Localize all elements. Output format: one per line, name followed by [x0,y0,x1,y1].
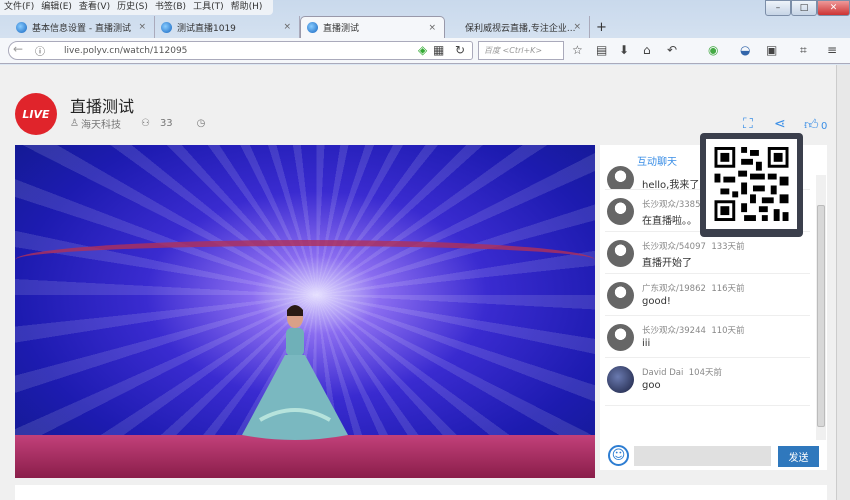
chat-input[interactable] [634,446,771,466]
page-bottom-section [15,485,827,500]
home-icon[interactable]: ⌂ [643,43,651,57]
like-icon[interactable]: 👍︎ [804,116,819,133]
emoji-icon[interactable]: ☺ [608,445,629,466]
info-icon[interactable]: ⓘ [35,43,45,58]
close-tab-icon[interactable]: × [283,22,291,32]
avatar [607,166,634,189]
chat-message: 长沙观众/54097 133天前 直播开始了 [605,232,810,274]
close-window-button[interactable]: ✕ [817,0,850,16]
menu-bar: 文件(F) 编辑(E) 查看(V) 历史(S) 书签(B) 工具(T) 帮助(H… [0,0,274,15]
download-icon[interactable]: ⬇ [619,43,629,57]
menu-file[interactable]: 文件(F) [4,0,34,15]
video-stage [15,435,595,478]
tab-strip: 基本信息设置 - 直播测试 × 测试直播1019 × 直播测试 × 保利威视云直播,专… [10,16,610,38]
url-bar[interactable]: live.polyv.cn/watch/112095 [8,41,473,60]
user-icon: ♙ [70,118,79,129]
page-title: 直播测试 [70,97,135,116]
star-icon[interactable]: ☆ [572,43,583,57]
menu-view[interactable]: 查看(V) [79,0,110,15]
tab-test-live[interactable]: 测试直播1019 × [155,16,300,38]
like-count: 0 [821,121,828,132]
avatar [607,282,634,309]
menu-edit[interactable]: 编辑(E) [41,0,72,15]
new-tab-button[interactable]: + [590,16,610,38]
tab-polyv[interactable]: 保利威视云直播,专注企业... × [445,16,590,38]
video-player[interactable] [15,145,595,478]
reload-icon[interactable]: ↻ [455,43,465,57]
crop-icon[interactable]: ⌗ [800,43,807,58]
channel-meta: ♙ 海天科技 ⚇ 33 ◷ [70,116,205,131]
menu-tools[interactable]: 工具(T) [193,0,224,15]
avatar [607,324,634,351]
chat-scrollbar-thumb[interactable] [817,205,825,427]
screenshot-icon[interactable]: ◒ [740,43,750,57]
qrcode-scan-icon[interactable]: ⛶ [743,116,753,132]
reading-list-icon[interactable]: ▤ [596,43,607,57]
share-icon[interactable]: ⋖ [774,116,786,132]
qrcode-image [714,147,789,221]
avatar [607,240,634,267]
viewer-count: 33 [159,118,173,129]
menu-bookmarks[interactable]: 书签(B) [155,0,186,15]
globe-favicon-icon [161,21,172,33]
page-scrollbar[interactable] [836,65,850,500]
minimize-button[interactable]: – [765,0,791,16]
undo-icon[interactable]: ↶ [667,43,677,57]
video-singer [242,305,348,440]
upload-icon[interactable]: ▣ [766,43,777,57]
clock-icon: ◷ [196,118,206,129]
viewers-icon: ⚇ [140,118,150,129]
globe-favicon-icon [307,22,318,33]
live-logo: LIVE [15,93,57,135]
chat-message: 广东观众/19862 116天前 good! [605,274,810,316]
avatar [607,198,634,225]
back-icon[interactable]: ← [13,42,23,56]
video-ribbon [15,240,595,280]
qr-icon[interactable]: ▦ [433,43,444,57]
close-tab-icon[interactable]: × [138,22,146,32]
nav-bar: live.polyv.cn/watch/112095 ← ⓘ ◈ ▦ ↻ 百度 … [0,38,850,64]
tab-live-test[interactable]: 直播测试 × [300,16,445,38]
avatar [607,366,634,393]
close-tab-icon[interactable]: × [573,22,581,32]
owner-name: 海天科技 [80,120,121,131]
close-tab-icon[interactable]: × [428,23,436,33]
shield-icon[interactable]: ◈ [418,43,427,57]
send-button[interactable]: 发送 [778,446,819,467]
search-input[interactable]: 百度 <Ctrl+K> [478,41,564,60]
qrcode-popup [700,133,803,237]
chat-message: 长沙观众/39244 110天前 iii [605,316,810,358]
menu-help[interactable]: 帮助(H) [231,0,263,15]
tab-basic-settings[interactable]: 基本信息设置 - 直播测试 × [10,16,155,38]
menu-history[interactable]: 历史(S) [117,0,148,15]
chat-message: David Dai 104天前 goo [605,358,810,406]
menu-icon[interactable]: ≡ [827,43,837,57]
addon-icon[interactable]: ◉ [708,43,718,57]
maximize-button[interactable]: □ [791,0,817,16]
polyv-favicon-icon [16,21,27,33]
